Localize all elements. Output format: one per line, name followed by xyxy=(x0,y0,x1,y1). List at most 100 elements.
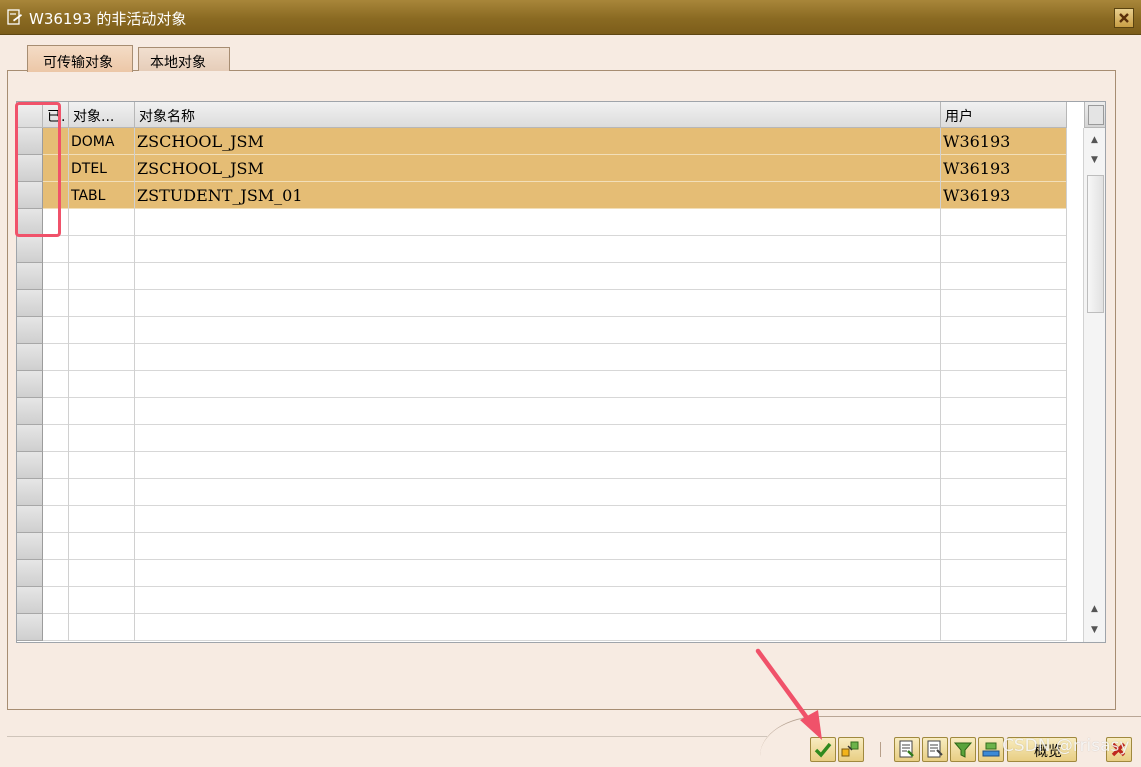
user-cell[interactable] xyxy=(941,209,1067,236)
object-type-cell[interactable] xyxy=(69,587,135,614)
user-cell[interactable] xyxy=(941,533,1067,560)
object-name-cell[interactable]: ZSCHOOL_JSM xyxy=(135,128,941,155)
user-cell[interactable] xyxy=(941,398,1067,425)
table-row[interactable] xyxy=(17,560,1067,587)
filter-button[interactable] xyxy=(950,737,976,762)
close-button[interactable] xyxy=(1114,8,1134,28)
table-row[interactable] xyxy=(17,425,1067,452)
vertical-scrollbar[interactable]: ▲ ▼ ▲ ▼ xyxy=(1083,128,1105,642)
table-row[interactable]: TABL ZSTUDENT_JSM_01 W36193 xyxy=(17,182,1067,209)
object-name-cell[interactable] xyxy=(135,614,941,641)
table-row[interactable] xyxy=(17,398,1067,425)
row-selector[interactable] xyxy=(17,614,43,641)
object-type-cell[interactable]: DOMA xyxy=(69,128,135,155)
sort-button[interactable] xyxy=(978,737,1004,762)
user-cell[interactable] xyxy=(941,425,1067,452)
row-selector[interactable] xyxy=(17,533,43,560)
column-header-object-type[interactable]: 对象... xyxy=(69,102,135,128)
row-selector[interactable] xyxy=(17,479,43,506)
table-row[interactable] xyxy=(17,587,1067,614)
object-type-cell[interactable] xyxy=(69,452,135,479)
user-cell[interactable] xyxy=(941,263,1067,290)
row-selector[interactable] xyxy=(17,506,43,533)
object-name-cell[interactable] xyxy=(135,587,941,614)
user-cell[interactable] xyxy=(941,371,1067,398)
object-name-cell[interactable] xyxy=(135,479,941,506)
scroll-down-icon[interactable]: ▼ xyxy=(1087,153,1102,168)
object-type-cell[interactable] xyxy=(69,425,135,452)
table-row[interactable] xyxy=(17,209,1067,236)
table-row[interactable] xyxy=(17,290,1067,317)
tab-local-objects[interactable]: 本地对象 xyxy=(138,47,230,71)
column-settings-button[interactable] xyxy=(1084,102,1105,128)
row-selector[interactable] xyxy=(17,371,43,398)
table-row[interactable] xyxy=(17,479,1067,506)
table-row[interactable] xyxy=(17,371,1067,398)
object-name-cell[interactable] xyxy=(135,398,941,425)
row-selector[interactable] xyxy=(17,560,43,587)
object-name-cell[interactable]: ZSCHOOL_JSM xyxy=(135,155,941,182)
object-type-cell[interactable] xyxy=(69,479,135,506)
table-row[interactable] xyxy=(17,344,1067,371)
user-cell[interactable] xyxy=(941,290,1067,317)
user-cell[interactable] xyxy=(941,560,1067,587)
deselect-all-button[interactable] xyxy=(922,737,948,762)
table-row[interactable] xyxy=(17,506,1067,533)
object-name-cell[interactable] xyxy=(135,533,941,560)
object-name-cell[interactable] xyxy=(135,290,941,317)
user-cell[interactable] xyxy=(941,317,1067,344)
user-cell[interactable] xyxy=(941,344,1067,371)
object-type-cell[interactable] xyxy=(69,614,135,641)
table-row[interactable] xyxy=(17,614,1067,641)
object-type-cell[interactable] xyxy=(69,209,135,236)
object-name-cell[interactable] xyxy=(135,209,941,236)
table-row[interactable] xyxy=(17,317,1067,344)
user-cell[interactable]: W36193 xyxy=(941,128,1067,155)
object-name-cell[interactable] xyxy=(135,236,941,263)
scroll-thumb[interactable] xyxy=(1087,175,1104,313)
row-selector[interactable] xyxy=(17,452,43,479)
object-type-cell[interactable] xyxy=(69,236,135,263)
object-type-cell[interactable] xyxy=(69,506,135,533)
object-type-cell[interactable] xyxy=(69,398,135,425)
scroll-page-up-icon[interactable]: ▲ xyxy=(1087,602,1102,617)
object-type-cell[interactable] xyxy=(69,290,135,317)
row-selector[interactable] xyxy=(17,263,43,290)
activate-button[interactable] xyxy=(838,737,864,762)
row-selector[interactable] xyxy=(17,317,43,344)
table-row[interactable] xyxy=(17,263,1067,290)
object-type-cell[interactable]: TABL xyxy=(69,182,135,209)
object-name-cell[interactable] xyxy=(135,344,941,371)
table-row[interactable] xyxy=(17,452,1067,479)
row-selector[interactable] xyxy=(17,344,43,371)
object-type-cell[interactable] xyxy=(69,533,135,560)
user-cell[interactable]: W36193 xyxy=(941,155,1067,182)
object-name-cell[interactable] xyxy=(135,425,941,452)
scroll-up-icon[interactable]: ▲ xyxy=(1087,133,1102,148)
column-header-user[interactable]: 用户 xyxy=(941,102,1067,128)
object-name-cell[interactable] xyxy=(135,560,941,587)
object-type-cell[interactable] xyxy=(69,371,135,398)
user-cell[interactable] xyxy=(941,587,1067,614)
select-all-button[interactable] xyxy=(894,737,920,762)
table-row[interactable] xyxy=(17,533,1067,560)
column-header-object-name[interactable]: 对象名称 xyxy=(135,102,941,128)
user-cell[interactable]: W36193 xyxy=(941,182,1067,209)
object-name-cell[interactable] xyxy=(135,263,941,290)
object-name-cell[interactable] xyxy=(135,506,941,533)
user-cell[interactable] xyxy=(941,236,1067,263)
row-selector[interactable] xyxy=(17,398,43,425)
row-selector[interactable] xyxy=(17,236,43,263)
table-row[interactable]: DTEL ZSCHOOL_JSM W36193 xyxy=(17,155,1067,182)
object-name-cell[interactable]: ZSTUDENT_JSM_01 xyxy=(135,182,941,209)
user-cell[interactable] xyxy=(941,614,1067,641)
user-cell[interactable] xyxy=(941,452,1067,479)
object-type-cell[interactable] xyxy=(69,317,135,344)
user-cell[interactable] xyxy=(941,506,1067,533)
row-selector[interactable] xyxy=(17,290,43,317)
row-selector[interactable] xyxy=(17,425,43,452)
row-selector[interactable] xyxy=(17,587,43,614)
object-type-cell[interactable]: DTEL xyxy=(69,155,135,182)
object-name-cell[interactable] xyxy=(135,371,941,398)
table-row[interactable] xyxy=(17,236,1067,263)
